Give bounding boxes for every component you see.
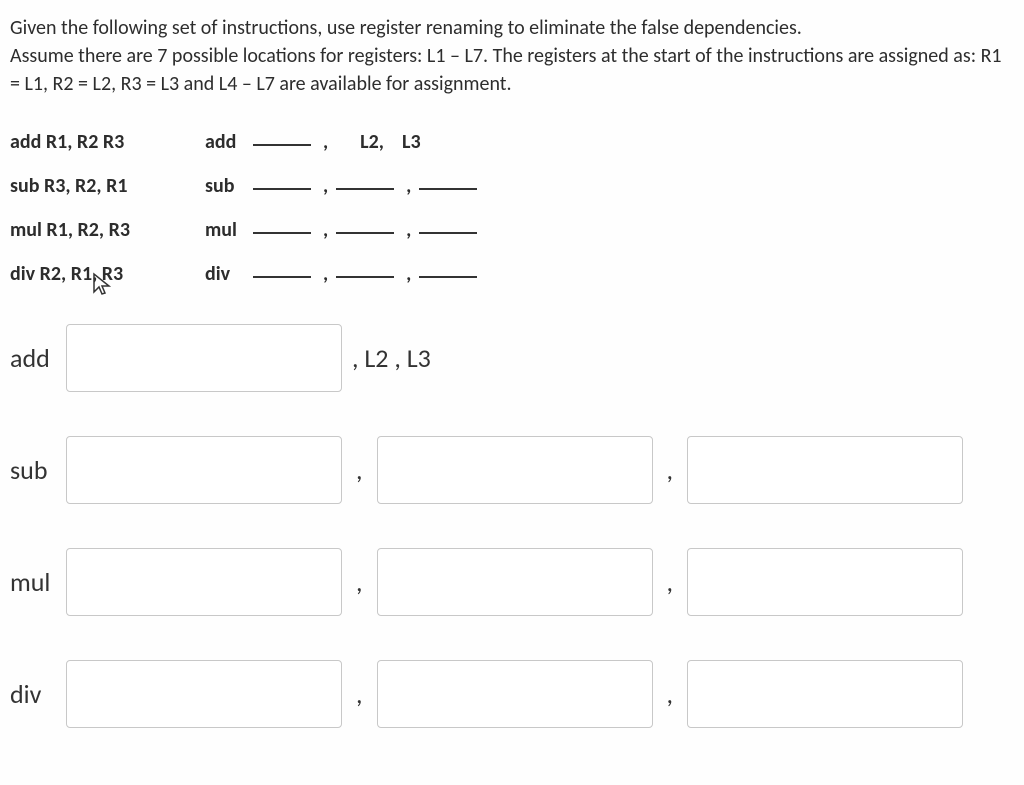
answer-row-div: div , , bbox=[10, 660, 1014, 728]
blank bbox=[419, 176, 477, 190]
answer-input-mul-1[interactable] bbox=[66, 548, 342, 616]
comma: , bbox=[406, 252, 411, 296]
blank bbox=[336, 176, 394, 190]
blank bbox=[336, 220, 394, 234]
answer-input-sub-3[interactable] bbox=[687, 436, 963, 504]
answer-row-mul: mul , , bbox=[10, 548, 1014, 616]
answers-block: add , L2 , L3 sub , , mul , , div , , bbox=[10, 324, 1014, 728]
comma: , bbox=[406, 164, 411, 208]
answer-input-sub-2[interactable] bbox=[377, 436, 653, 504]
instr-op-1: add bbox=[205, 120, 247, 164]
instr-row-2: sub R3, R2, R1 sub , , bbox=[10, 164, 1014, 208]
blank bbox=[336, 264, 394, 278]
comma: , bbox=[406, 208, 411, 252]
instructions-block: add R1, R2 R3 add , L2, L3 sub R3, R2, R… bbox=[10, 120, 1014, 296]
instr-left-3: mul R1, R2, R3 bbox=[10, 208, 205, 252]
answer-label-add: add bbox=[10, 342, 66, 374]
blank bbox=[419, 264, 477, 278]
answer-input-div-2[interactable] bbox=[377, 660, 653, 728]
comma: , bbox=[323, 252, 328, 296]
comma: , bbox=[356, 678, 363, 710]
comma: , bbox=[667, 566, 674, 598]
instr-row-1: add R1, R2 R3 add , L2, L3 bbox=[10, 120, 1014, 164]
instr-op-4: div bbox=[205, 252, 247, 296]
problem-intro: Given the following set of instructions,… bbox=[10, 14, 1014, 98]
intro-line1: Given the following set of instructions,… bbox=[10, 16, 802, 40]
answer-row-add: add , L2 , L3 bbox=[10, 324, 1014, 392]
comma: , bbox=[323, 120, 328, 164]
comma: , bbox=[356, 566, 363, 598]
instr-fixed-1: L2, L3 bbox=[360, 120, 420, 164]
blank bbox=[253, 220, 311, 234]
answer-input-add-1[interactable] bbox=[66, 324, 342, 392]
answer-row-sub: sub , , bbox=[10, 436, 1014, 504]
instr-left-2: sub R3, R2, R1 bbox=[10, 164, 205, 208]
comma: , bbox=[667, 678, 674, 710]
answer-label-sub: sub bbox=[10, 454, 66, 486]
instr-op-3: mul bbox=[205, 208, 247, 252]
answer-input-sub-1[interactable] bbox=[66, 436, 342, 504]
comma: , bbox=[323, 164, 328, 208]
comma: , bbox=[667, 454, 674, 486]
comma: , bbox=[356, 454, 363, 486]
answer-label-div: div bbox=[10, 678, 66, 710]
instr-op-2: sub bbox=[205, 164, 247, 208]
answer-suffix-add: , L2 , L3 bbox=[352, 342, 431, 374]
answer-label-mul: mul bbox=[10, 566, 66, 598]
answer-input-mul-2[interactable] bbox=[377, 548, 653, 616]
instr-left-1: add R1, R2 R3 bbox=[10, 120, 205, 164]
answer-input-div-3[interactable] bbox=[687, 660, 963, 728]
blank bbox=[253, 176, 311, 190]
instr-left-4: div R2, R1, R3 bbox=[10, 252, 205, 296]
answer-input-mul-3[interactable] bbox=[687, 548, 963, 616]
instr-row-4: div R2, R1, R3 div , , bbox=[10, 252, 1014, 296]
blank bbox=[419, 220, 477, 234]
answer-input-div-1[interactable] bbox=[66, 660, 342, 728]
blank bbox=[253, 132, 311, 146]
blank bbox=[253, 264, 311, 278]
intro-line2: Assume there are 7 possible locations fo… bbox=[10, 44, 1002, 96]
instr-row-3: mul R1, R2, R3 mul , , bbox=[10, 208, 1014, 252]
comma: , bbox=[323, 208, 328, 252]
